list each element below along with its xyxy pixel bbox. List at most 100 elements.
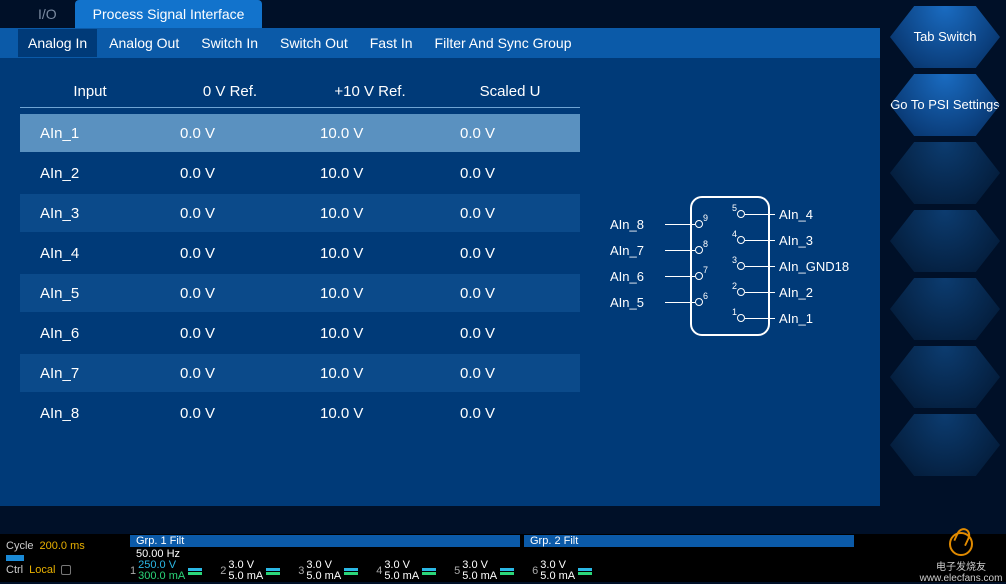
logo-text-top: 电子发烧友 [920, 558, 1003, 573]
table-row[interactable]: AIn_40.0 V10.0 V0.0 V [20, 234, 580, 272]
cell-scaled: 0.0 V [440, 405, 580, 422]
channel-bars-icon [422, 568, 436, 575]
channel-1: 1250.0 V300.0 mA [130, 560, 202, 582]
pin-circle [737, 288, 745, 296]
channel-number: 1 [130, 565, 136, 577]
hex-button-empty [890, 210, 1000, 272]
cell-input: AIn_5 [20, 285, 160, 302]
connector-pin: 1 AIn_1 [610, 308, 850, 328]
sub-tab-switch-in[interactable]: Switch In [191, 29, 268, 57]
cycle-value: 200.0 ms [40, 540, 85, 552]
channel-number: 3 [298, 565, 304, 577]
col-input: Input [20, 83, 160, 100]
cell-ref0: 0.0 V [160, 285, 300, 302]
pin-label: AIn_1 [775, 311, 850, 326]
hex-button-empty [890, 346, 1000, 408]
pin-label: AIn_3 [775, 233, 850, 248]
col-10v-ref: +10 V Ref. [300, 83, 440, 100]
channel-current: 5.0 mA [384, 571, 419, 582]
cell-ref0: 0.0 V [160, 125, 300, 142]
pin-number: 3 [732, 255, 737, 265]
cell-scaled: 0.0 V [440, 285, 580, 302]
pin-number: 5 [732, 203, 737, 213]
cell-ref10: 10.0 V [300, 285, 440, 302]
site-logo: 电子发烧友 www.elecfans.com [920, 532, 1003, 584]
channel-6: 63.0 V5.0 mA [532, 560, 592, 582]
ctrl-label: Ctrl [6, 564, 23, 576]
pin-number: 2 [732, 281, 737, 291]
cycle-bar-icon [6, 555, 24, 561]
channel-5: 53.0 V5.0 mA [454, 560, 514, 582]
pin-label: AIn_4 [775, 207, 850, 222]
hex-button-tab-switch[interactable]: Tab Switch [890, 6, 1000, 68]
pin-wire [745, 214, 775, 215]
cell-input: AIn_6 [20, 325, 160, 342]
cell-scaled: 0.0 V [440, 245, 580, 262]
channel-current: 5.0 mA [462, 571, 497, 582]
logo-icon [949, 532, 973, 556]
breadcrumb: I/O [20, 0, 75, 28]
cell-ref0: 0.0 V [160, 245, 300, 262]
pin-wire [745, 240, 775, 241]
cell-ref10: 10.0 V [300, 125, 440, 142]
pin-circle [737, 314, 745, 322]
channel-number: 2 [220, 565, 226, 577]
cell-input: AIn_8 [20, 405, 160, 422]
tab-process-signal-interface[interactable]: Process Signal Interface [75, 0, 263, 28]
group1-label: Grp. 1 Filt [130, 535, 520, 547]
cell-ref0: 0.0 V [160, 325, 300, 342]
connector-pin: 5 AIn_4 [610, 204, 850, 224]
pin-label: AIn_GND18 [775, 259, 850, 274]
channel-number: 5 [454, 565, 460, 577]
channel-bars-icon [578, 568, 592, 575]
channel-current: 5.0 mA [306, 571, 341, 582]
cell-input: AIn_2 [20, 165, 160, 182]
channel-current: 300.0 mA [138, 571, 185, 582]
sub-tab-filter-and-sync-group[interactable]: Filter And Sync Group [425, 29, 582, 57]
table-row[interactable]: AIn_80.0 V10.0 V0.0 V [20, 394, 580, 432]
status-left: Cycle 200.0 ms Ctrl Local [0, 534, 130, 582]
table-row[interactable]: AIn_50.0 V10.0 V0.0 V [20, 274, 580, 312]
sub-tab-fast-in[interactable]: Fast In [360, 29, 423, 57]
table-row[interactable]: AIn_20.0 V10.0 V0.0 V [20, 154, 580, 192]
cell-ref10: 10.0 V [300, 405, 440, 422]
sub-tab-bar: Analog InAnalog OutSwitch InSwitch OutFa… [0, 28, 880, 58]
channel-2: 23.0 V5.0 mA [220, 560, 280, 582]
hex-button-go-to-psi-settings[interactable]: Go To PSI Settings [890, 74, 1000, 136]
cell-input: AIn_3 [20, 205, 160, 222]
table-row[interactable]: AIn_60.0 V10.0 V0.0 V [20, 314, 580, 352]
pin-wire [745, 292, 775, 293]
pin-wire [745, 318, 775, 319]
cell-scaled: 0.0 V [440, 205, 580, 222]
channel-bars-icon [344, 568, 358, 575]
channel-current: 5.0 mA [228, 571, 263, 582]
connector-pin: 2AIn_2 [610, 282, 850, 302]
channel-4: 43.0 V5.0 mA [376, 560, 436, 582]
sub-tab-switch-out[interactable]: Switch Out [270, 29, 358, 57]
sub-tab-analog-out[interactable]: Analog Out [99, 29, 189, 57]
channel-bars-icon [266, 568, 280, 575]
cell-ref0: 0.0 V [160, 205, 300, 222]
pin-number: 4 [732, 229, 737, 239]
cell-ref0: 0.0 V [160, 365, 300, 382]
cell-ref10: 10.0 V [300, 245, 440, 262]
channel-number: 4 [376, 565, 382, 577]
status-mid: Grp. 1 Filt Grp. 2 Filt 50.00 Hz 1250.0 … [130, 534, 916, 582]
cell-scaled: 0.0 V [440, 125, 580, 142]
table-row[interactable]: AIn_30.0 V10.0 V0.0 V [20, 194, 580, 232]
table-row[interactable]: AIn_10.0 V10.0 V0.0 V [20, 114, 580, 152]
lock-icon [61, 565, 71, 575]
hex-button-empty [890, 414, 1000, 476]
connector-diagram: AIn_89AIn_78AIn_67AIn_565AIn_44AIn_33AIn… [580, 76, 860, 496]
cell-ref0: 0.0 V [160, 405, 300, 422]
pin-circle [737, 236, 745, 244]
cell-input: AIn_7 [20, 365, 160, 382]
sub-tab-analog-in[interactable]: Analog In [18, 29, 97, 57]
pin-circle [737, 262, 745, 270]
channel-3: 33.0 V5.0 mA [298, 560, 358, 582]
table-row[interactable]: AIn_70.0 V10.0 V0.0 V [20, 354, 580, 392]
pin-number: 1 [732, 307, 737, 317]
channel-bars-icon [500, 568, 514, 575]
analog-in-table: Input 0 V Ref. +10 V Ref. Scaled U AIn_1… [20, 76, 580, 496]
connector-pin: 4 AIn_3 [610, 230, 850, 250]
